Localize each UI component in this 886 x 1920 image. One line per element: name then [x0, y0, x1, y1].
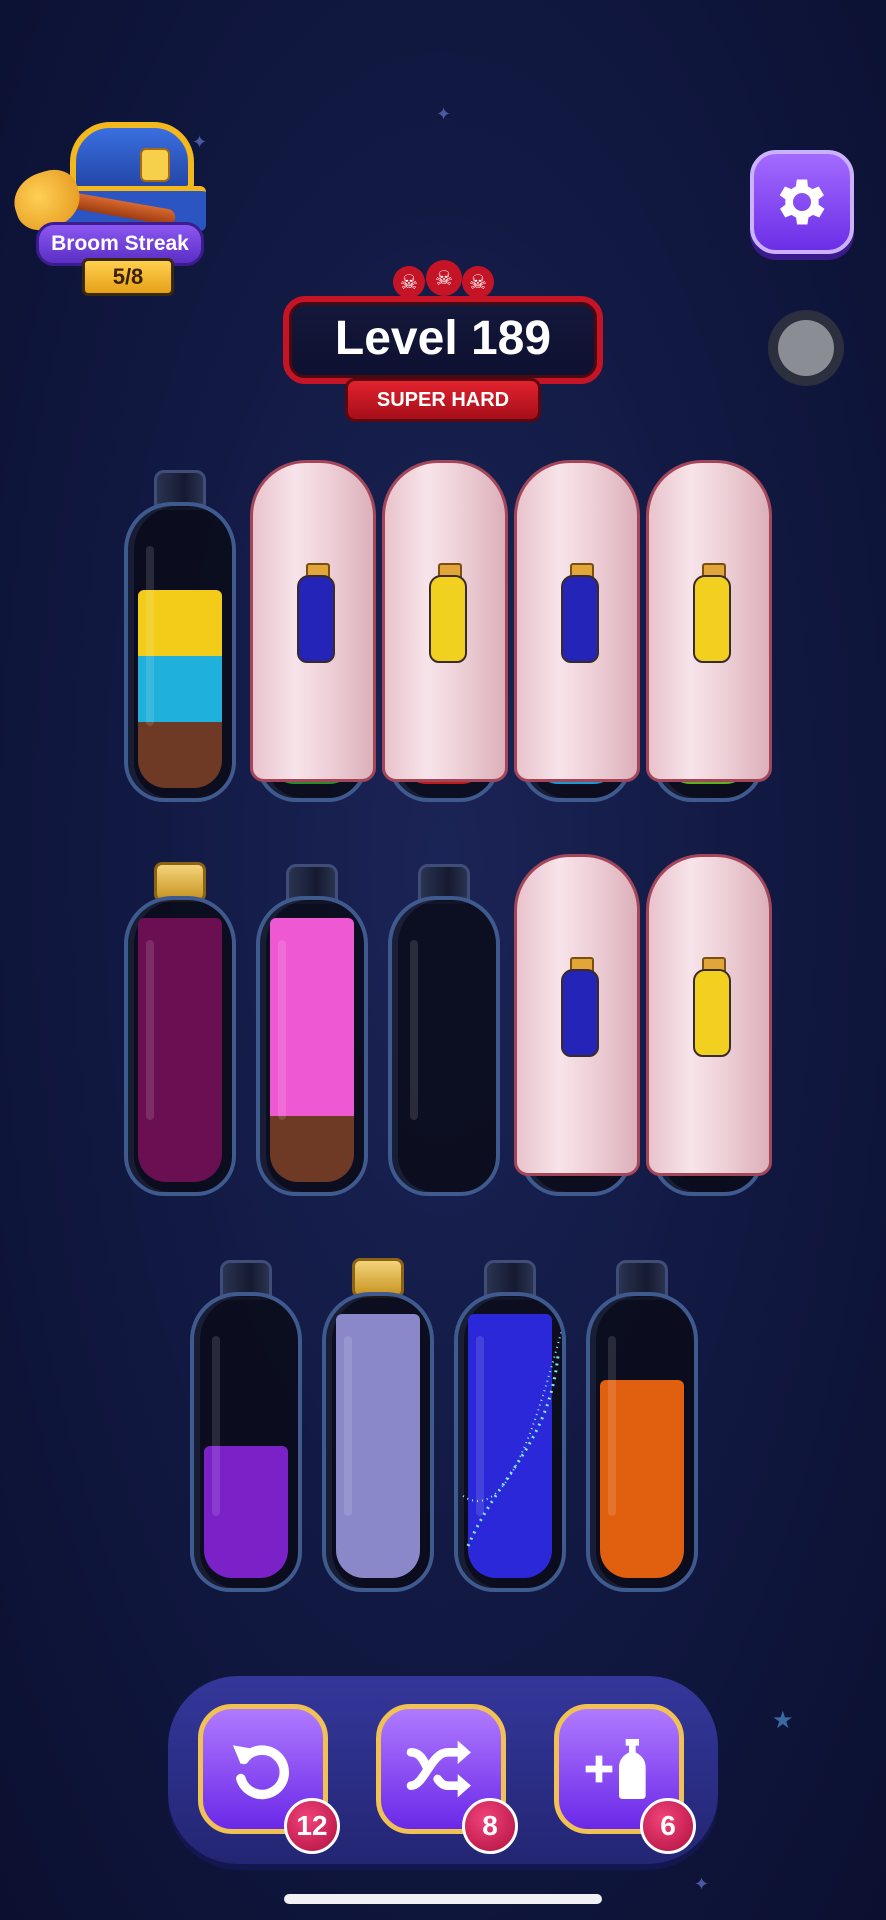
liquid-layer	[270, 1116, 354, 1182]
gear-icon	[779, 179, 825, 225]
bottle[interactable]	[388, 864, 500, 1196]
bottle[interactable]	[190, 1260, 302, 1592]
glass-shine	[344, 1336, 352, 1516]
glass-shine	[608, 1336, 616, 1516]
cloth-cover	[514, 854, 640, 1176]
shuffle-count: 8	[462, 1798, 518, 1854]
covered-bottle[interactable]	[382, 460, 508, 802]
hint-bottle-icon	[295, 563, 337, 663]
bottle[interactable]	[124, 470, 236, 802]
hint-bottle-icon	[691, 957, 733, 1057]
skull-icon: ☠	[426, 260, 462, 296]
bottle[interactable]	[454, 1260, 566, 1592]
difficulty-badge: SUPER HARD	[345, 378, 541, 422]
shuffle-icon	[406, 1740, 471, 1798]
glass-shine	[410, 940, 418, 1120]
sparkle-effect-icon	[462, 1325, 562, 1547]
star-decoration: ✦	[694, 1874, 710, 1895]
hint-bottle-icon	[691, 563, 733, 663]
skull-icon: ☠	[393, 266, 425, 298]
cloth-cover	[250, 460, 376, 782]
bottle-glass	[256, 896, 368, 1196]
hint-bottle-icon	[559, 957, 601, 1057]
cloth-cover	[646, 460, 772, 782]
bottle[interactable]	[256, 864, 368, 1196]
undo-icon	[232, 1745, 289, 1800]
broom-streak-widget[interactable]: Broom Streak 5/8	[6, 118, 212, 298]
bottle[interactable]	[124, 862, 236, 1196]
cloth-cover	[514, 460, 640, 782]
liquid-layer	[600, 1512, 684, 1578]
cloth-cover	[382, 460, 508, 782]
liquid-layer	[336, 1512, 420, 1578]
bottle-glass	[190, 1292, 302, 1592]
liquid-layer	[138, 722, 222, 788]
covered-bottle[interactable]	[514, 854, 640, 1196]
add-bottle-icon	[585, 1739, 646, 1799]
level-title: Level 189	[334, 312, 552, 365]
settings-button[interactable]	[750, 150, 854, 254]
bottle[interactable]	[322, 1258, 434, 1592]
glass-shine	[146, 546, 154, 726]
treasure-chest-icon	[70, 122, 194, 192]
bottle-glass	[124, 502, 236, 802]
star-decoration: ★	[772, 1706, 794, 1734]
bottle-glass	[454, 1292, 566, 1592]
covered-bottle[interactable]	[250, 460, 376, 802]
screen-record-indicator[interactable]	[768, 310, 844, 386]
record-dot-icon	[778, 320, 834, 376]
undo-count: 12	[284, 1798, 340, 1854]
covered-bottle[interactable]	[514, 460, 640, 802]
covered-bottle[interactable]	[646, 460, 772, 802]
glass-shine	[146, 940, 154, 1120]
bottle-glass	[586, 1292, 698, 1592]
bottle-glass	[322, 1292, 434, 1592]
skull-icon: ☠	[462, 266, 494, 298]
covered-bottle[interactable]	[646, 854, 772, 1196]
liquid-layer	[204, 1512, 288, 1578]
chest-lock-icon	[140, 148, 170, 182]
streak-count: 5/8	[82, 258, 174, 296]
hint-bottle-icon	[427, 563, 469, 663]
home-indicator[interactable]	[284, 1894, 602, 1904]
cloth-cover	[646, 854, 772, 1176]
glass-shine	[278, 940, 286, 1120]
add-bottle-count: 6	[640, 1798, 696, 1854]
glass-shine	[212, 1336, 220, 1516]
bottle-glass	[388, 896, 500, 1196]
star-decoration: ✦	[436, 104, 452, 125]
bottle[interactable]	[586, 1260, 698, 1592]
bottle-glass	[124, 896, 236, 1196]
liquid-layer	[138, 1116, 222, 1182]
hint-bottle-icon	[559, 563, 601, 663]
